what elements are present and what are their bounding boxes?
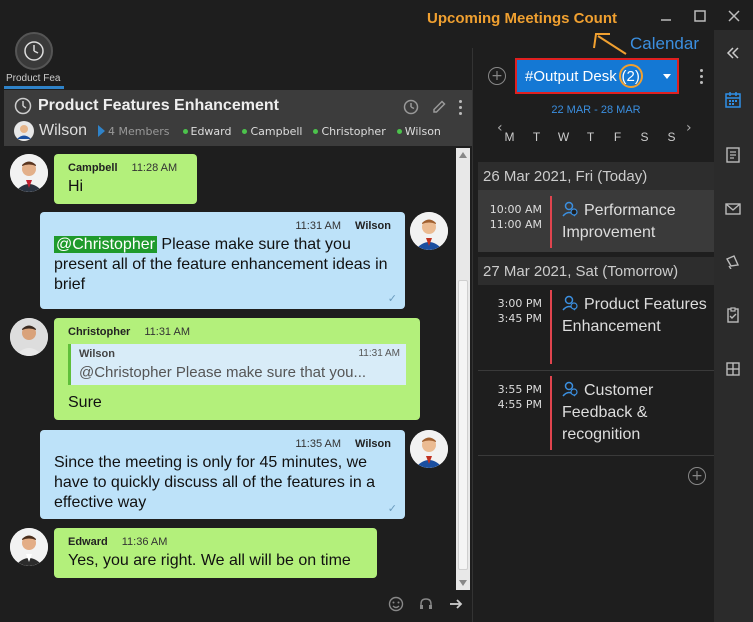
right-rail (714, 30, 753, 622)
week-days: M T W T F S S (496, 130, 685, 144)
avatar-christopher (10, 318, 48, 356)
meeting-clock-icon (14, 97, 32, 115)
history-icon[interactable] (403, 99, 419, 115)
weekday[interactable]: F (604, 130, 631, 144)
week-range: 22 MAR - 28 MAR (551, 104, 641, 116)
member-item: Edward (182, 125, 231, 138)
maximize-button[interactable] (693, 7, 707, 25)
member-item: Wilson (396, 125, 441, 138)
quoted-message[interactable]: Wilson 11:31 AM @Christopher Please make… (68, 344, 406, 385)
chat-menu-icon[interactable] (459, 99, 462, 115)
message-text: Yes, you are right. We all will be on ti… (68, 552, 351, 569)
chat-title: Product Features Enhancement (38, 97, 279, 114)
grid-icon[interactable] (724, 360, 742, 378)
calendar-annotation: Calendar (630, 34, 699, 53)
composer-actions (388, 596, 464, 612)
member-item: Christopher (313, 125, 386, 138)
minimize-button[interactable] (659, 7, 673, 25)
weekday[interactable]: W (550, 130, 577, 144)
upcoming-meetings-count: (2) (618, 64, 643, 88)
panel-divider (472, 48, 473, 622)
close-button[interactable] (727, 7, 741, 25)
day-header-today: 26 Mar 2021, Fri (Today) (478, 162, 714, 190)
meeting-person-icon (562, 295, 578, 311)
day-header-tomorrow: 27 Mar 2021, Sat (Tomorrow) (478, 257, 714, 285)
clock-icon (15, 32, 53, 70)
read-tick-icon: ✓ (387, 503, 397, 515)
owner-name: Wilson (39, 122, 88, 139)
mail-icon[interactable] (724, 200, 742, 218)
scroll-thumb[interactable] (458, 280, 468, 570)
chat-header: Product Features Enhancement Wilson 4 Me… (4, 90, 472, 146)
chat-tab[interactable]: Product Fea (4, 32, 64, 89)
avatar-wilson (410, 430, 448, 468)
upcoming-meetings-annotation: Upcoming Meetings Count (427, 10, 617, 27)
message-bubble: Christopher 11:31 AM Wilson 11:31 AM @Chr… (54, 318, 420, 420)
announcement-icon[interactable] (724, 252, 742, 270)
clipboard-icon[interactable] (724, 306, 742, 324)
read-tick-icon: ✓ (387, 293, 397, 305)
calendar-toolbar: + #Output Desk (2) (478, 56, 714, 96)
mention[interactable]: @Christopher (54, 236, 157, 253)
avatar-wilson (410, 212, 448, 250)
chat-tab-label: Product Fea (6, 73, 61, 84)
weekday[interactable]: S (658, 130, 685, 144)
weekday[interactable]: T (523, 130, 550, 144)
message-text: Hi (68, 178, 84, 195)
annotation-arrow-icon (593, 33, 627, 55)
message-text: @Christopher Please make sure that you p… (54, 236, 388, 293)
message-bubble: 11:35 AM Wilson Since the meeting is only… (40, 430, 405, 519)
headset-icon[interactable] (418, 596, 434, 612)
add-event-icon[interactable]: + (688, 467, 706, 485)
member-item: Campbell (242, 125, 302, 138)
calendar-select[interactable]: #Output Desk (2) (515, 58, 679, 94)
weekday[interactable]: M (496, 130, 523, 144)
chevron-down-icon (663, 74, 671, 79)
scroll-up-icon[interactable] (458, 150, 468, 160)
message-bubble: Campbell 11:28 AM Hi (54, 154, 197, 204)
edit-icon[interactable] (431, 99, 447, 115)
members-arrow-icon (98, 125, 106, 137)
owner-avatar (14, 121, 34, 141)
emoji-icon[interactable] (388, 596, 404, 612)
collapse-icon[interactable] (724, 44, 742, 62)
message-list[interactable]: Campbell 11:28 AM Hi 11:31 AM Wilson @Chri… (4, 148, 456, 590)
weekday[interactable]: T (577, 130, 604, 144)
next-week-icon[interactable]: › (686, 120, 692, 136)
avatar-campbell (10, 154, 48, 192)
event-item[interactable]: 3:55 PM 4:55 PM Customer Feedback & recog… (478, 374, 714, 452)
scroll-down-icon[interactable] (458, 578, 468, 588)
message-text: Since the meeting is only for 45 minutes… (54, 454, 376, 511)
avatar-edward (10, 528, 48, 566)
event-item[interactable]: 10:00 AM 11:00 AM Performance Improvement (478, 190, 714, 252)
window-controls (659, 7, 741, 25)
event-separator (478, 455, 714, 456)
meeting-person-icon (562, 381, 578, 397)
weekday[interactable]: S (631, 130, 658, 144)
message-bubble: 11:31 AM Wilson @Christopher Please make … (40, 212, 405, 309)
calendar-icon[interactable] (724, 91, 742, 109)
event-separator (478, 370, 714, 371)
message-text: Sure (68, 394, 102, 411)
event-item[interactable]: 3:00 PM 3:45 PM Product Features Enhancem… (478, 288, 714, 366)
members-count[interactable]: 4 Members (98, 125, 170, 138)
notes-icon[interactable] (724, 146, 742, 164)
add-meeting-icon[interactable]: + (488, 67, 506, 85)
meeting-person-icon (562, 201, 578, 217)
send-arrow-icon[interactable] (448, 596, 464, 612)
message-bubble: Edward 11:36 AM Yes, you are right. We al… (54, 528, 377, 578)
calendar-menu-icon[interactable] (700, 69, 703, 84)
